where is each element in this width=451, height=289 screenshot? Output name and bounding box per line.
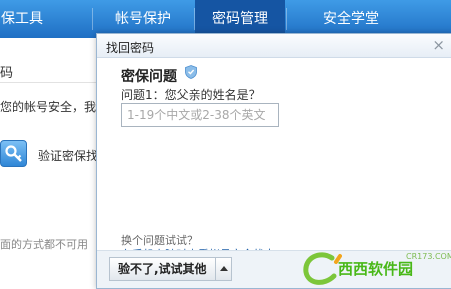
shield-icon	[185, 65, 197, 82]
dialog-title: 找回密码	[106, 41, 155, 55]
section-title: 密保问题	[121, 69, 177, 85]
answer-input[interactable]	[121, 103, 279, 127]
watermark-text: 西西软件园	[338, 260, 414, 278]
dialog-body: 密保问题 问题1：您父亲的姓名是？ 换个问题试试？ 在手机上随时查看帐号安全状态	[97, 59, 451, 261]
try-other-methods-button[interactable]: 验不了,试试其他	[110, 258, 215, 280]
background-text-4: 面的方式都不可用	[0, 238, 88, 251]
background-text-1: 码	[0, 66, 14, 81]
nav-separator	[286, 8, 287, 30]
background-divider	[0, 82, 100, 83]
background-text-2: 您的帐号安全，我们	[0, 100, 109, 114]
close-icon[interactable]: ×	[432, 36, 445, 54]
watermark-logo: CR173.COM 西西软件园	[302, 250, 451, 288]
nav-item-tools[interactable]: 保工具	[0, 0, 50, 38]
key-icon	[0, 140, 27, 167]
dropdown-arrow-icon[interactable]	[214, 258, 231, 280]
watermark-swoosh-icon	[303, 252, 342, 285]
dialog-header: 找回密码 ×	[97, 34, 451, 58]
verify-security-label[interactable]: 验证密保找	[38, 147, 98, 164]
other-methods-button-group: 验不了,试试其他	[109, 257, 232, 281]
security-question: 问题1：您父亲的姓名是？	[121, 88, 261, 102]
